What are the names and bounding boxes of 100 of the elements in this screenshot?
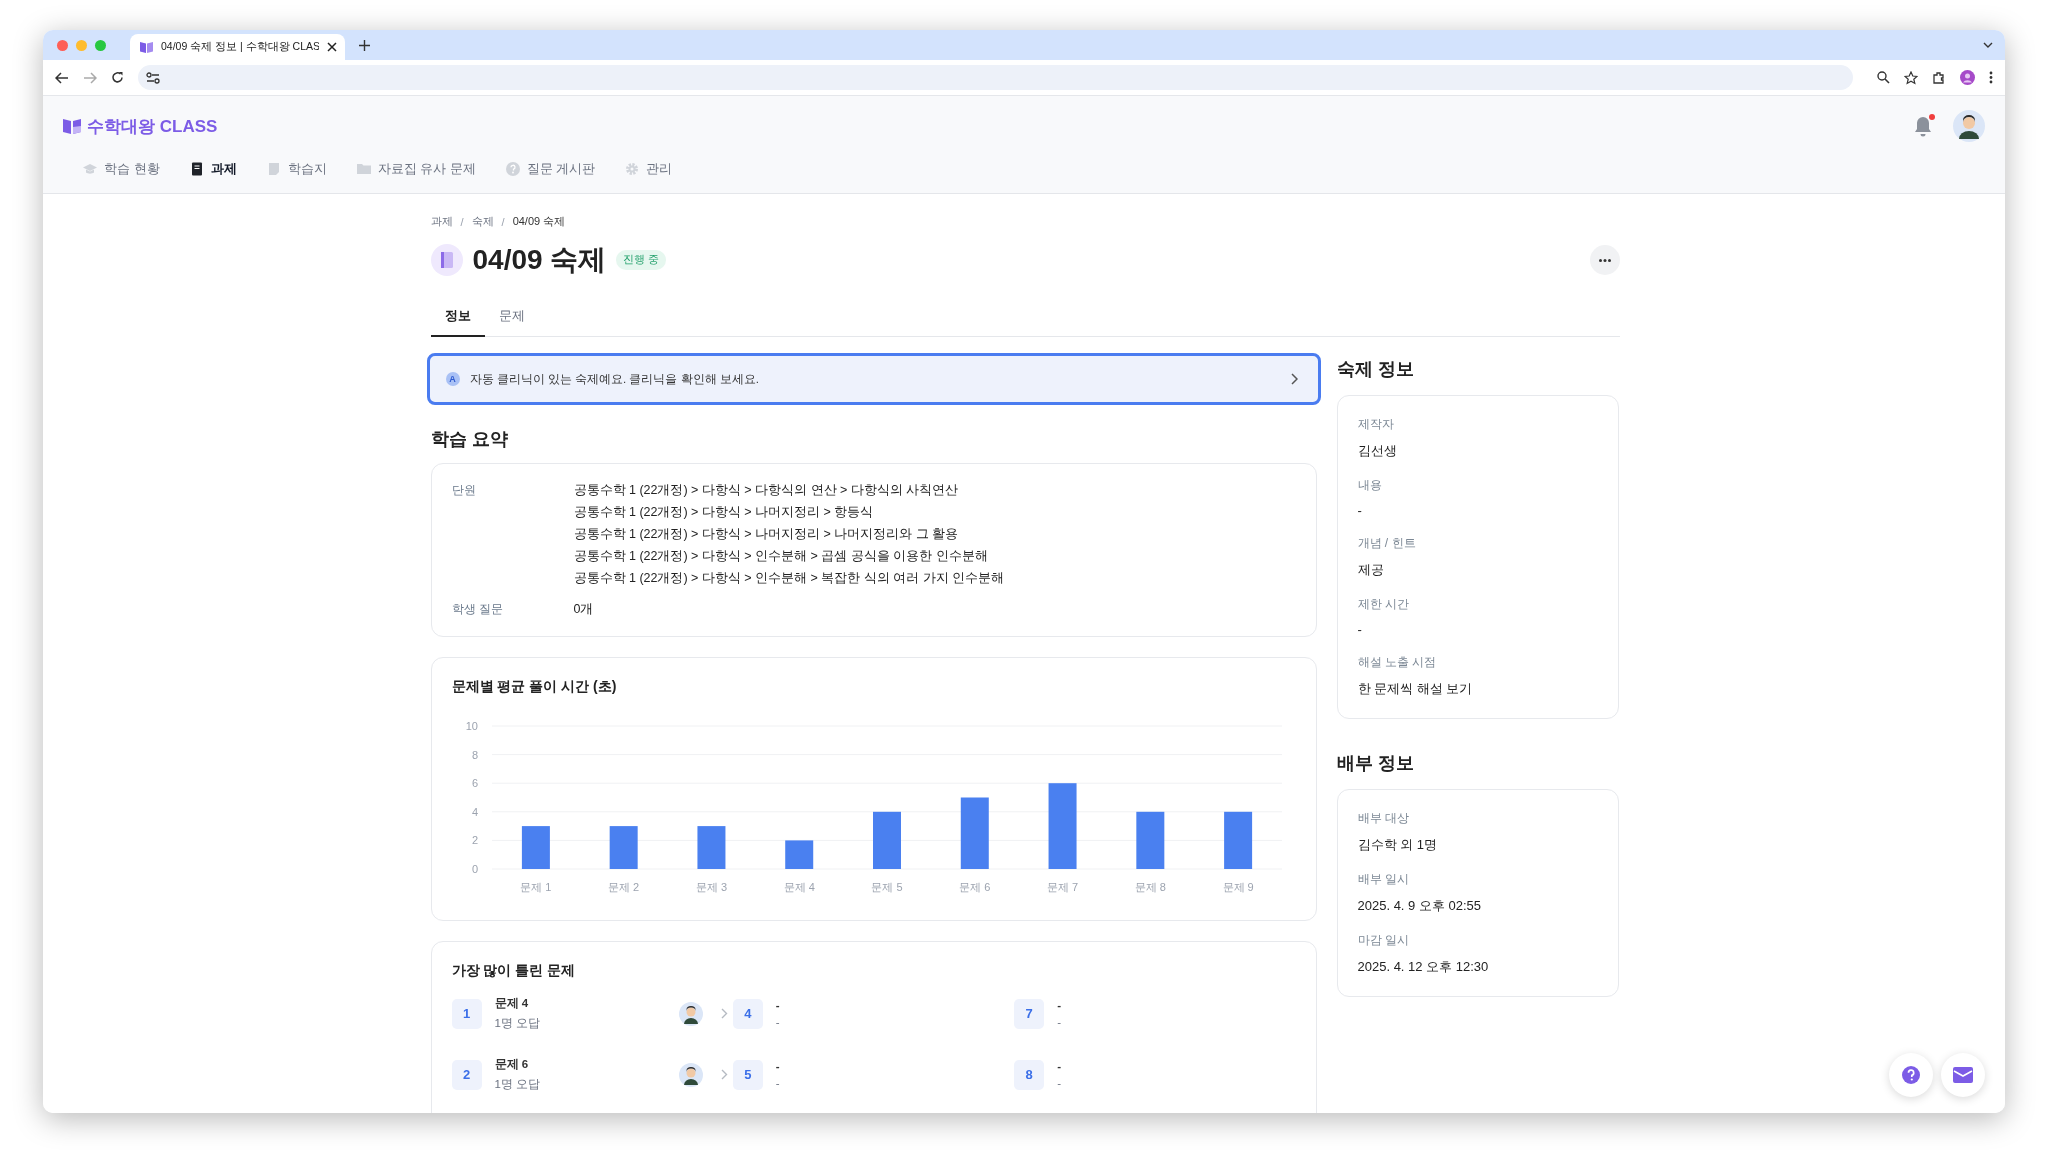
bell-icon[interactable] [1913,115,1933,137]
nav-item[interactable]: 질문 게시판 [493,156,608,182]
profile-icon[interactable] [1960,70,1975,85]
breadcrumb-link[interactable]: 숙제 [471,214,494,229]
x-tick-label: 문제 2 [607,881,639,893]
menu-icon[interactable] [1989,71,1993,84]
nav-item[interactable]: 자료집 유사 문제 [344,156,488,182]
section-heading: 숙제 정보 [1336,358,1415,381]
question-icon [1901,1065,1921,1085]
status-badge: 진행 중 [616,250,667,270]
field-value: 공통수학 1 (22개정) > 다항식 > 나머지정리 > 나머지정리와 그 활용 [573,526,960,543]
tab[interactable]: 정보 [430,299,485,337]
field-label: 제한 시간 [1357,596,1410,613]
more-button[interactable] [1589,245,1620,275]
bar [872,811,901,869]
close-icon[interactable] [327,42,337,52]
field-value: 공통수학 1 (22개정) > 다항식 > 인수분해 > 복잡한 식의 여러 가지 인수분해 [573,570,1005,587]
new-tab-icon[interactable] [359,39,370,51]
wrong-count: 1명 오답 [494,1077,542,1092]
y-tick-label: 0 [471,863,478,875]
tab[interactable]: 문제 [484,299,539,337]
rank-number: 2 [451,1059,482,1090]
field-label: 배부 대상 [1357,810,1410,827]
bar [1135,811,1164,869]
section-heading: 배부 정보 [1336,752,1415,775]
field-value: 공통수학 1 (22개정) > 다항식 > 다항식의 연산 > 다항식의 사칙연산 [573,482,960,499]
field-value: 2025. 4. 9 오후 02:55 [1357,897,1483,915]
field-label: 제작자 [1357,416,1395,433]
homework-icon [430,244,463,276]
problem-title: 문제 6 [494,1057,530,1072]
x-tick-label: 문제 1 [519,881,551,893]
help-button[interactable] [1889,1053,1933,1097]
x-tick-label: 문제 9 [1222,881,1254,893]
browser-tab[interactable]: 04/09 숙제 정보 | 수학대왕 CLAS [130,34,345,60]
tab-title: 04/09 숙제 정보 | 수학대왕 CLAS [161,40,319,54]
field-value: - [1357,622,1363,637]
x-tick-label: 문제 7 [1046,881,1078,893]
nav-item[interactable]: 관리 [613,156,685,182]
chevron-down-icon[interactable] [1983,42,1993,48]
bar [784,840,813,869]
field-value: 공통수학 1 (22개정) > 다항식 > 나머지정리 > 항등식 [573,504,875,521]
message-button[interactable] [1941,1053,1985,1097]
rank-number: 1 [451,998,482,1029]
envelope-icon [1953,1067,1973,1083]
more-icon [1598,258,1611,262]
slot-text: - [1057,1077,1061,1089]
field-value: 공통수학 1 (22개정) > 다항식 > 인수분해 > 곱셈 공식을 이용한 인수분해 [573,548,989,565]
graduation-cap-icon [83,162,97,176]
bar [1223,811,1252,869]
site-settings-icon[interactable] [146,71,160,84]
student-avatar [678,1062,703,1087]
extensions-icon[interactable] [1932,70,1946,85]
banner-text: 자동 클리닉이 있는 숙제예요. 클리닉을 확인해 보세요. [469,371,761,387]
page-title: 04/09 숙제 [472,243,607,277]
gear-icon [625,162,640,176]
x-tick-label: 문제 8 [1134,881,1166,893]
back-icon[interactable] [55,71,69,84]
worksheet-icon [266,162,281,176]
nav-item[interactable]: 과제 [177,156,249,182]
chevron-right-icon [720,1008,728,1019]
field-value: 김선생 [1357,442,1398,460]
field-label: 단원 [451,482,477,499]
document-icon [189,162,204,176]
problem-title: 문제 4 [494,996,530,1011]
avatar[interactable] [1953,110,1985,142]
book-icon [140,41,153,53]
problem-number: 5 [732,1059,763,1090]
chevron-right-icon [1290,373,1298,385]
x-tick-label: 문제 3 [695,881,727,893]
folder-icon [356,162,371,176]
clinic-banner[interactable]: A 자동 클리닉이 있는 숙제예요. 클리닉을 확인해 보세요. [426,353,1321,405]
field-label: 해설 노출 시점 [1357,654,1438,671]
field-value: 0개 [573,601,594,618]
field-label: 마감 일시 [1357,932,1410,949]
field-label: 내용 [1357,477,1383,494]
breadcrumb-link[interactable]: 과제 [430,214,453,229]
chart-title: 문제별 평균 풀이 시간 (초) [451,678,618,696]
problem-number: 4 [732,998,763,1029]
slot-text: - [775,1016,780,1028]
card-title: 가장 많이 틀린 문제 [451,962,577,980]
wrong-count: 1명 오답 [494,1016,542,1031]
field-value: 2025. 4. 12 오후 12:30 [1357,958,1490,976]
bar [609,826,638,869]
zoom-icon[interactable] [1877,71,1890,84]
breadcrumb-current: 04/09 숙제 [512,214,566,229]
slot-text: - [775,1060,780,1072]
bar [521,826,550,869]
logo-text[interactable]: 수학대왕 CLASS [87,114,218,138]
question-icon [505,162,520,176]
star-icon[interactable] [1904,70,1918,85]
reload-icon[interactable] [111,71,124,84]
nav-item[interactable]: 학습 현황 [71,156,172,182]
y-tick-label: 8 [471,748,478,761]
slot-text: - [775,999,780,1011]
x-tick-label: 문제 6 [958,881,990,893]
nav-item[interactable]: 학습지 [254,156,339,182]
problem-number: 7 [1014,998,1045,1029]
slot-text: - [1057,1016,1061,1028]
x-tick-label: 문제 5 [870,881,903,893]
field-value: 김수학 외 1명 [1357,836,1438,854]
